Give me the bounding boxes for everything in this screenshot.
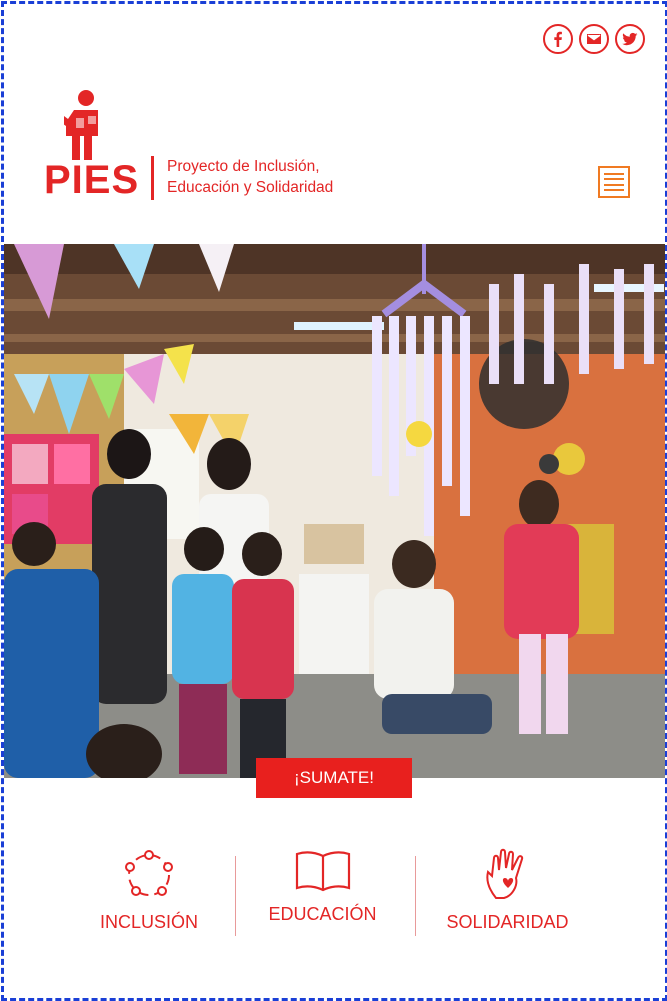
- pies-puzzle-figure-icon: [64, 90, 98, 160]
- mail-icon[interactable]: [579, 24, 609, 54]
- social-links: [543, 24, 645, 54]
- hero-photo: [4, 244, 665, 778]
- pillar-solidaridad[interactable]: SOLIDARIDAD: [430, 848, 585, 933]
- menu-bar: [604, 173, 624, 175]
- pillar-label: INCLUSIÓN: [99, 912, 198, 932]
- logo-divider: [151, 156, 154, 200]
- circle-of-people-icon: [125, 850, 173, 896]
- pillar-label: SOLIDARIDAD: [446, 912, 569, 932]
- pillar-divider: [235, 856, 236, 936]
- brand-name: PIES: [44, 158, 140, 202]
- twitter-icon[interactable]: [615, 24, 645, 54]
- menu-bar: [604, 188, 624, 191]
- pillar-educacion[interactable]: EDUCACIÓN: [250, 848, 395, 925]
- pillars-section: INCLUSIÓN EDUCACIÓN SOLIDARIDAD: [60, 848, 620, 943]
- brand-tagline: Proyecto de Inclusión, Educación y Solid…: [167, 156, 333, 198]
- menu-bar: [604, 183, 624, 186]
- pillar-inclusion[interactable]: INCLUSIÓN: [74, 848, 224, 933]
- open-book-icon: [295, 851, 350, 892]
- facebook-icon[interactable]: [543, 24, 573, 54]
- hand-heart-icon: [485, 848, 523, 899]
- tagline-line-1: Proyecto de Inclusión,: [167, 158, 320, 175]
- sumate-button[interactable]: ¡SUMATE!: [256, 758, 412, 798]
- hero-scene: [4, 244, 665, 778]
- hamburger-menu-icon[interactable]: [598, 166, 630, 198]
- menu-bar: [604, 178, 624, 181]
- pillar-divider: [415, 856, 416, 936]
- pillar-label: EDUCACIÓN: [268, 904, 377, 924]
- tagline-line-2: Educación y Solidaridad: [167, 179, 334, 196]
- brand-logo[interactable]: PIES Proyecto de Inclusión, Educación y …: [44, 88, 364, 203]
